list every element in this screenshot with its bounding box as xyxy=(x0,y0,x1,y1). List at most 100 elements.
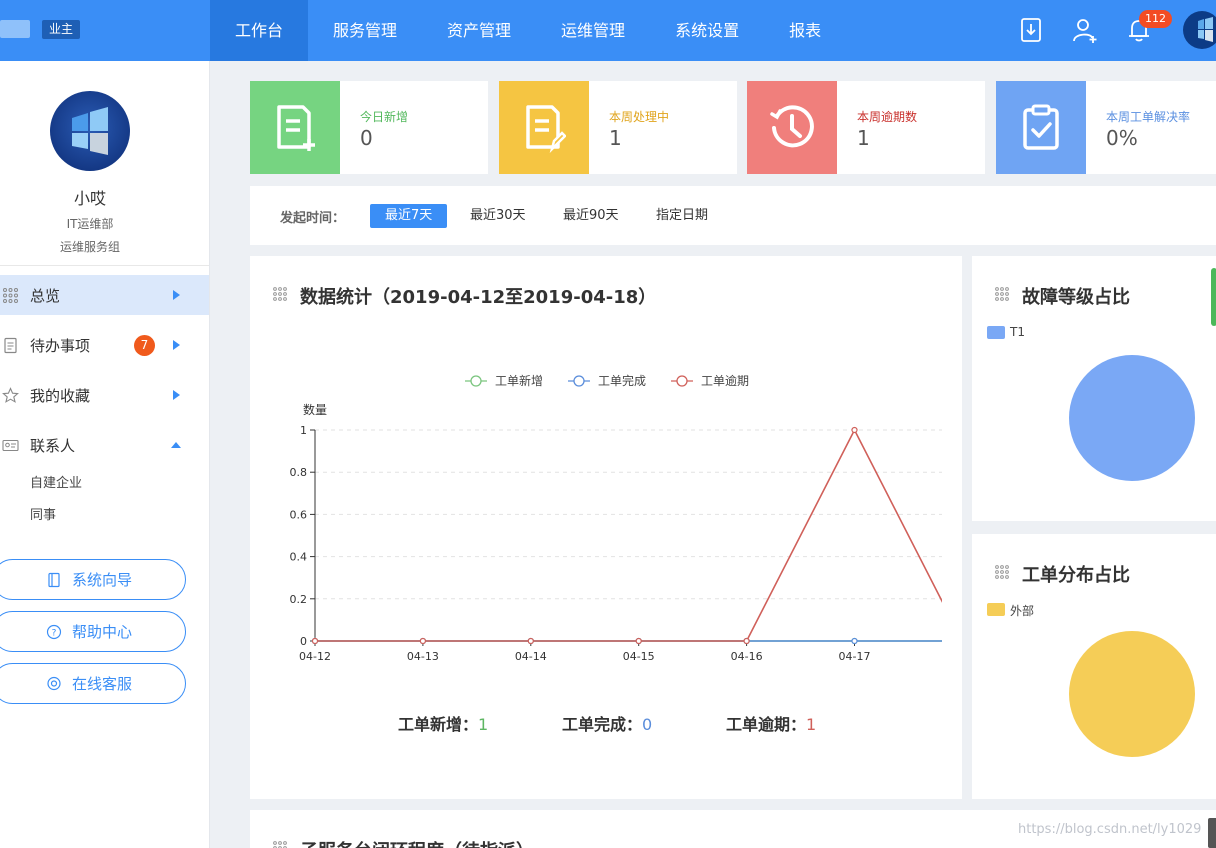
data-point xyxy=(960,639,962,644)
series-line xyxy=(315,428,942,642)
top-avatar[interactable] xyxy=(1183,11,1216,49)
caret-right-icon xyxy=(173,340,180,350)
stat-card-week-processing[interactable]: 本周处理中 1 xyxy=(499,81,737,174)
stat-card-today-new[interactable]: 今日新增 0 xyxy=(250,81,488,174)
y-tick-label: 0.6 xyxy=(290,508,308,521)
user-department: IT运维部 xyxy=(66,217,114,231)
drag-handle-icon[interactable] xyxy=(272,840,288,848)
x-tick-label: 04-17 xyxy=(839,650,871,663)
stat-label: 本周工单解决率 xyxy=(1106,110,1191,124)
filter-option-custom-date[interactable]: 指定日期 xyxy=(641,204,723,228)
summary-overdue-value: 1 xyxy=(806,715,817,734)
summary-done-label: 工单完成： xyxy=(562,715,643,734)
legend-label-external[interactable]: 外部 xyxy=(1010,602,1034,619)
stat-card-icon-bg xyxy=(996,81,1086,174)
summary-done: 工单完成：0 xyxy=(562,711,652,735)
stat-card-icon-bg xyxy=(250,81,340,174)
filter-option-90days[interactable]: 最近90天 xyxy=(548,204,634,228)
sub-desk-title: 子服务台闭环程度（待指派） xyxy=(300,837,534,848)
pie-slice[interactable] xyxy=(1069,355,1195,481)
download-icon[interactable] xyxy=(1017,16,1045,44)
stat-card-week-overdue[interactable]: 本周逾期数 1 xyxy=(747,81,985,174)
sidebar-item-overview[interactable]: 总览 xyxy=(0,275,209,315)
plot-area xyxy=(311,426,962,645)
top-bar: 业主 工作台 服务管理 资产管理 运维管理 系统设置 报表 112 xyxy=(0,0,1216,61)
caret-up-icon xyxy=(171,442,181,448)
legend-swatch-external xyxy=(987,603,1005,616)
stat-card-icon-bg xyxy=(499,81,589,174)
stat-value: 1 xyxy=(857,126,870,150)
stat-label: 本周处理中 xyxy=(609,110,670,124)
corner-widget xyxy=(1208,818,1216,848)
stat-card-resolution-rate[interactable]: 本周工单解决率 0% xyxy=(996,81,1216,174)
sidebar-subitem-own-company[interactable]: 自建企业 xyxy=(30,472,82,491)
online-service-label: 在线客服 xyxy=(71,675,132,693)
brand-logo xyxy=(0,20,30,38)
sidebar-item-label: 我的收藏 xyxy=(30,387,91,405)
todo-count-badge: 7 xyxy=(134,335,155,356)
caret-right-icon xyxy=(173,390,180,400)
summary-overdue: 工单逾期：1 xyxy=(726,711,816,735)
nav-asset-management[interactable]: 资产管理 xyxy=(422,0,536,61)
star-icon xyxy=(2,387,19,403)
data-point xyxy=(527,637,534,645)
sidebar-item-todo[interactable]: 待办事项 7 xyxy=(0,325,209,365)
stat-label: 本周逾期数 xyxy=(857,110,918,124)
ticket-distribution-title: 工单分布占比 xyxy=(1022,565,1130,586)
fault-level-title: 故障等级占比 xyxy=(1022,287,1130,308)
chat-bubble-icon xyxy=(47,676,61,690)
legend-swatch-t1 xyxy=(987,326,1005,339)
legend-label-t1[interactable]: T1 xyxy=(1010,325,1025,339)
sidebar-item-favorites[interactable]: 我的收藏 xyxy=(0,375,209,415)
drag-handle-icon[interactable] xyxy=(272,286,288,302)
sidebar-item-label: 联系人 xyxy=(30,437,76,455)
y-tick-label: 1 xyxy=(300,424,307,437)
data-point xyxy=(960,639,962,644)
filter-option-30days[interactable]: 最近30天 xyxy=(455,204,541,228)
svg-text:?: ? xyxy=(52,628,57,638)
data-point xyxy=(851,426,858,434)
ticket-distribution-panel: 工单分布占比 外部 xyxy=(972,534,1216,799)
filter-title: 发起时间： xyxy=(280,211,346,226)
user-avatar[interactable] xyxy=(50,91,130,171)
sidebar-divider xyxy=(0,265,209,266)
add-user-icon[interactable] xyxy=(1071,16,1099,44)
system-guide-button[interactable]: 系统向导 xyxy=(0,559,186,600)
drag-handle-icon[interactable] xyxy=(994,564,1010,580)
summary-done-value: 0 xyxy=(642,715,653,734)
sidebar-item-label: 总览 xyxy=(30,287,61,305)
data-point xyxy=(311,637,319,645)
data-point xyxy=(960,639,962,644)
nav-service-management[interactable]: 服务管理 xyxy=(308,0,422,61)
help-center-button[interactable]: ? 帮助中心 xyxy=(0,611,186,652)
online-service-button[interactable]: 在线客服 xyxy=(0,663,186,704)
help-center-label: 帮助中心 xyxy=(71,623,132,641)
summary-new-label: 工单新增： xyxy=(398,715,479,734)
sidebar: 小哎 IT运维部 运维服务组 总览 待办事项 7 我的收藏 联系人 自建企业 同… xyxy=(0,61,210,848)
fault-level-pie xyxy=(1069,355,1195,481)
scrollbar-thumb[interactable] xyxy=(1211,268,1216,326)
nav-ops-management[interactable]: 运维管理 xyxy=(536,0,650,61)
x-tick-label: 04-13 xyxy=(407,650,439,663)
nav-workbench[interactable]: 工作台 xyxy=(210,0,309,61)
grid-dots-icon xyxy=(3,288,18,303)
filter-option-7days[interactable]: 最近7天 xyxy=(370,204,448,228)
nav-system-settings[interactable]: 系统设置 xyxy=(650,0,764,61)
data-point xyxy=(743,637,750,645)
time-filter-bar: 发起时间： 最近7天 最近30天 最近90天 指定日期 xyxy=(250,186,1216,245)
question-circle-icon: ? xyxy=(46,624,62,639)
ticket-distribution-pie xyxy=(1069,631,1195,757)
pie-slice[interactable] xyxy=(1069,631,1195,757)
sidebar-subitem-colleagues[interactable]: 同事 xyxy=(30,504,56,523)
legend-marker xyxy=(470,375,482,387)
windows-logo-icon xyxy=(1198,17,1213,42)
y-tick-label: 0 xyxy=(300,635,307,648)
line-chart: 工单新增 工单完成 工单逾期数量 0 0.2 0.4 0.6 0.8 1 04-12 04-13 04… xyxy=(290,373,962,663)
sidebar-item-contacts[interactable]: 联系人 xyxy=(0,425,209,465)
role-badge: 业主 xyxy=(42,20,81,39)
nav-reports[interactable]: 报表 xyxy=(764,0,846,61)
x-tick-label: 04-12 xyxy=(299,650,331,663)
sidebar-item-label: 待办事项 xyxy=(30,337,91,355)
legend-label: 工单新增 xyxy=(495,373,543,388)
drag-handle-icon[interactable] xyxy=(994,286,1010,302)
